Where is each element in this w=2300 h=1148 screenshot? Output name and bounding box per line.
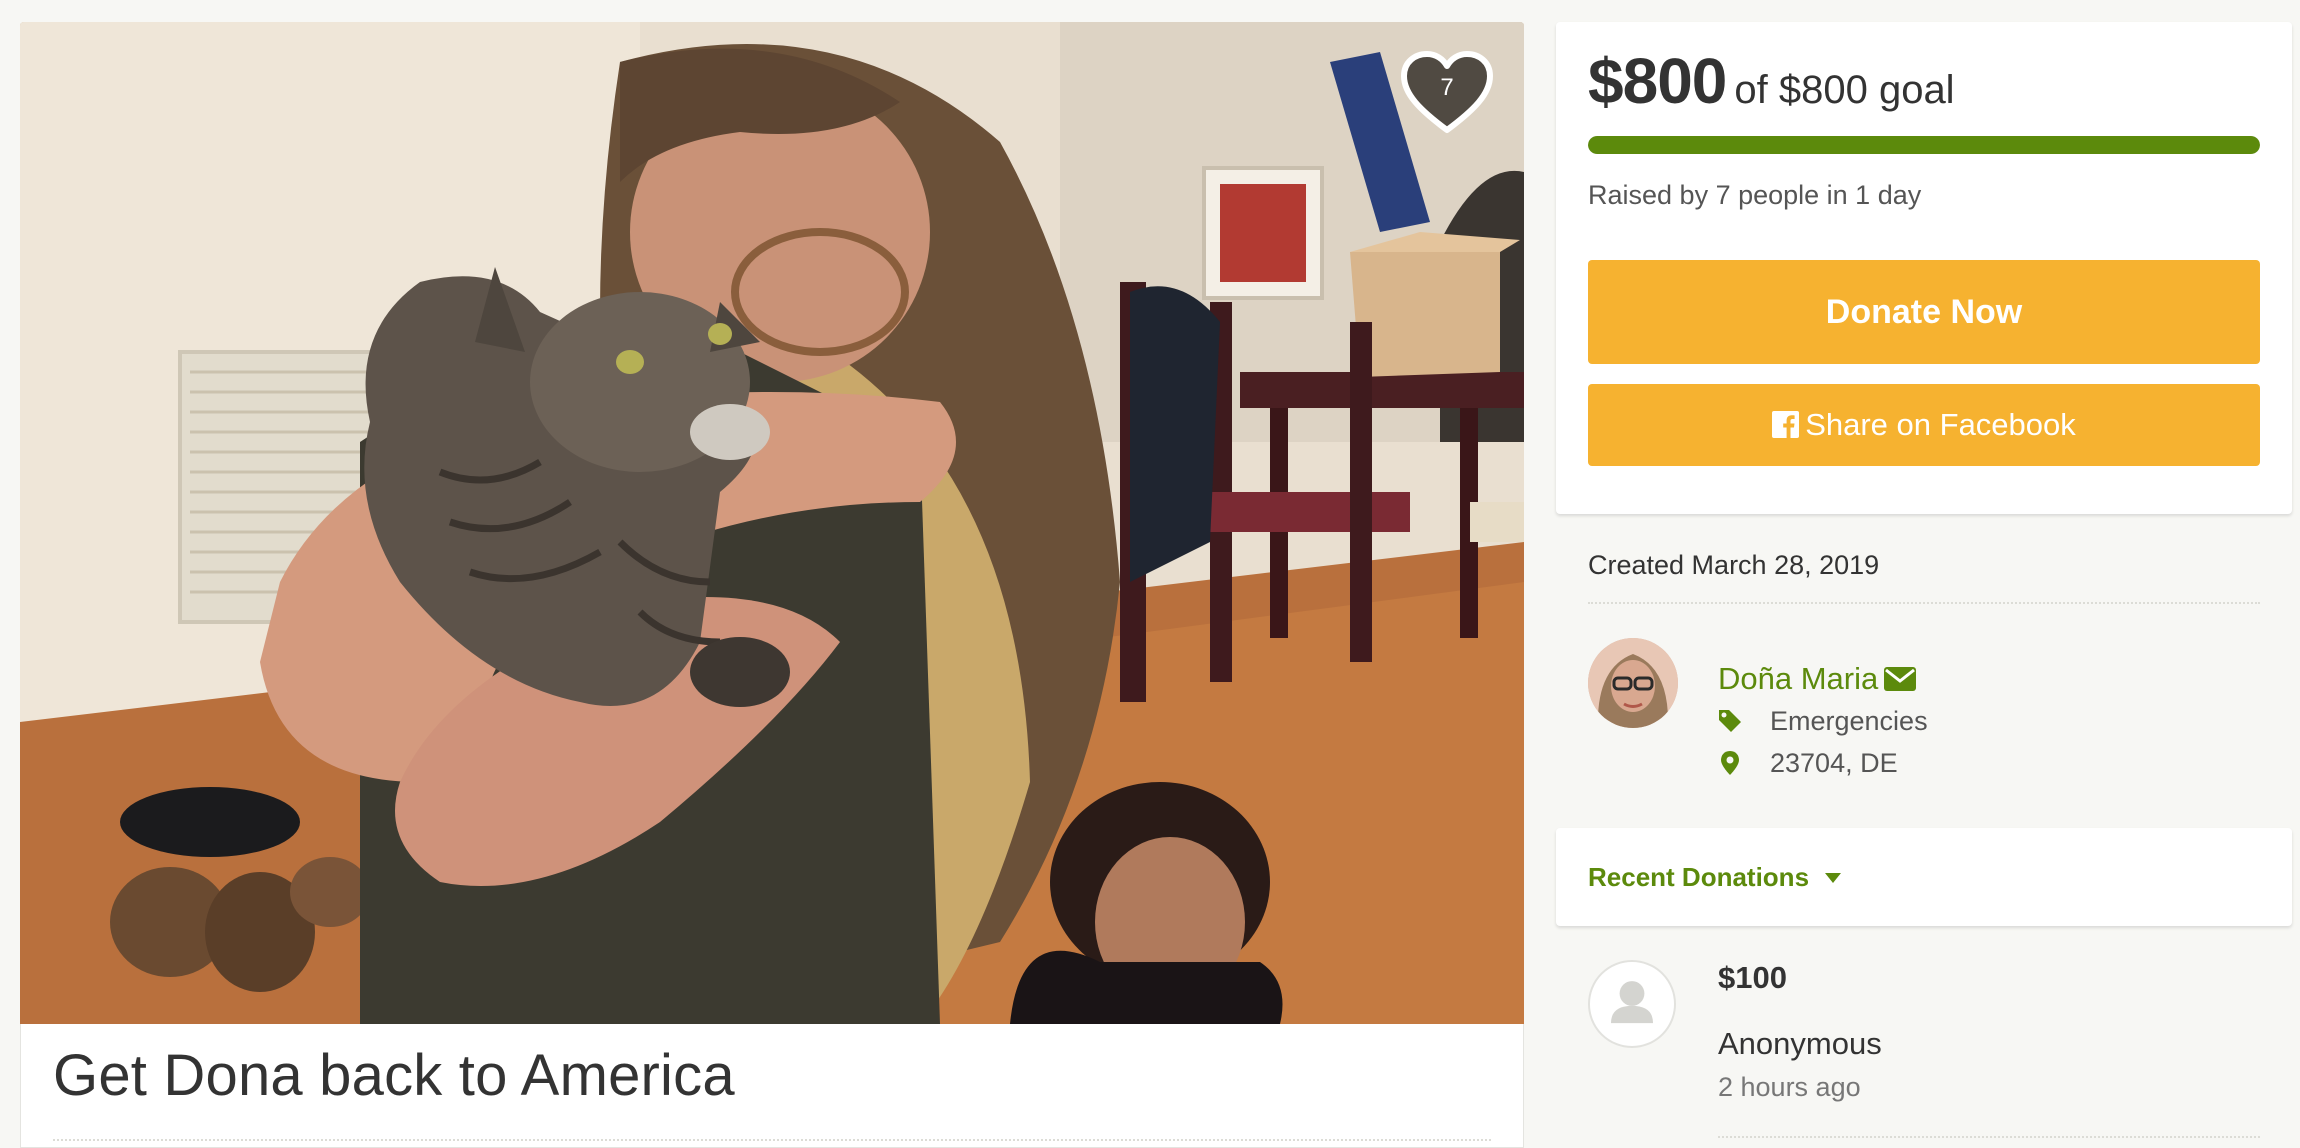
campaign-title-card: Get Dona back to America bbox=[20, 1024, 1524, 1148]
donor-name: Anonymous bbox=[1718, 1026, 1882, 1061]
campaign-photo-illustration bbox=[20, 22, 1524, 1024]
raised-by-text: Raised by 7 people in 1 day bbox=[1588, 180, 1922, 210]
heart-count: 7 bbox=[1440, 74, 1454, 101]
amount-raised: $800 bbox=[1588, 45, 1727, 117]
campaign-photo[interactable]: 7 bbox=[20, 22, 1524, 1024]
title-divider bbox=[53, 1139, 1491, 1141]
campaign-main: 7 Get Dona back to America bbox=[20, 22, 1524, 1148]
campaign-title: Get Dona back to America bbox=[53, 1043, 735, 1108]
location-label: 23704, DE bbox=[1770, 748, 1898, 778]
organizer-name-row: Doña Maria bbox=[1718, 661, 1917, 697]
favorite-heart-badge[interactable]: 7 bbox=[1400, 50, 1494, 136]
goal-card: $800 of $800 goal Raised by 7 people in 1… bbox=[1556, 22, 2292, 514]
donation-divider bbox=[1718, 1136, 2260, 1138]
category-label[interactable]: Emergencies bbox=[1770, 706, 1928, 736]
tag-icon bbox=[1718, 708, 1742, 734]
location-row: 23704, DE bbox=[1718, 748, 1898, 779]
progress-fill bbox=[1588, 136, 2260, 154]
map-pin-icon bbox=[1718, 750, 1742, 776]
amount-goal: of $800 goal bbox=[1734, 68, 1955, 112]
created-divider bbox=[1588, 602, 2260, 604]
organizer-info: Doña Maria Emergencies 23704, DE bbox=[1588, 638, 2260, 778]
donate-now-button[interactable]: Donate Now bbox=[1588, 260, 2260, 364]
category-row: Emergencies bbox=[1718, 706, 1928, 737]
envelope-icon[interactable] bbox=[1884, 667, 1917, 691]
organizer-name-link[interactable]: Doña Maria bbox=[1718, 661, 1878, 696]
caret-down-icon bbox=[1825, 873, 1842, 883]
donation-amount: $100 bbox=[1718, 960, 1787, 995]
donor-avatar bbox=[1588, 960, 1676, 1048]
donation-time: 2 hours ago bbox=[1718, 1072, 1861, 1102]
recent-donations-header: Recent Donations bbox=[1556, 828, 2292, 926]
donation-item: $100 Anonymous 2 hours ago bbox=[1588, 960, 2260, 1140]
recent-donations-toggle[interactable]: Recent Donations bbox=[1588, 862, 1842, 893]
share-facebook-label: Share on Facebook bbox=[1805, 407, 2076, 442]
organizer-avatar[interactable] bbox=[1588, 638, 1678, 728]
share-facebook-button[interactable]: Share on Facebook bbox=[1588, 384, 2260, 466]
created-date: Created March 28, 2019 bbox=[1588, 550, 1880, 580]
amount-line: $800 of $800 goal bbox=[1588, 44, 1955, 118]
organizer-avatar-image bbox=[1588, 638, 1678, 728]
recent-donations-label: Recent Donations bbox=[1588, 862, 1810, 892]
anonymous-user-icon bbox=[1611, 981, 1653, 1024]
progress-bar bbox=[1588, 136, 2260, 154]
facebook-icon bbox=[1772, 411, 1800, 438]
